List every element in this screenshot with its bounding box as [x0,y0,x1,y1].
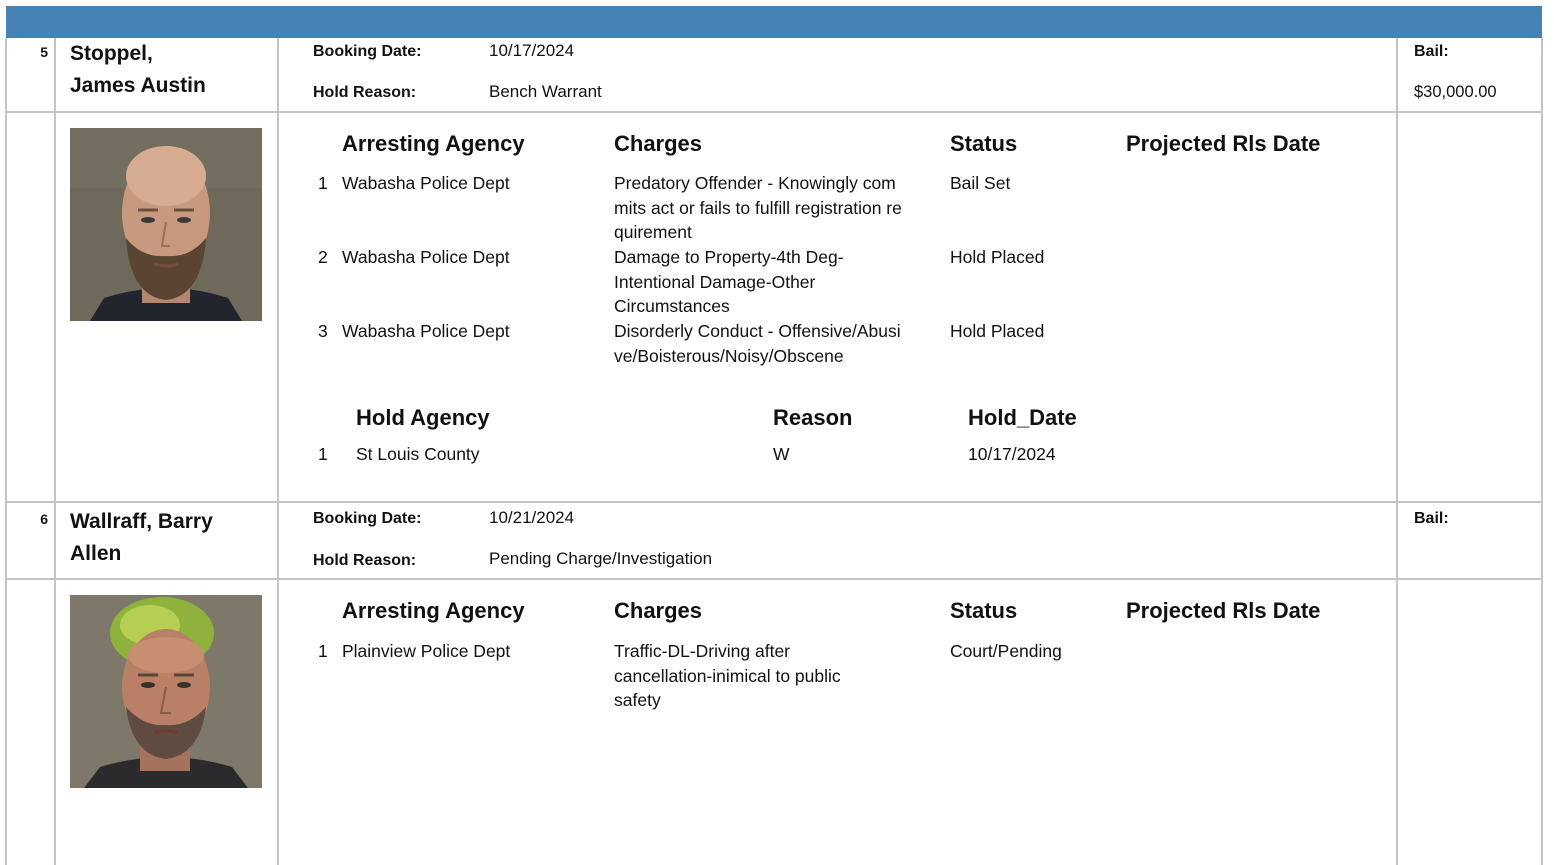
column-header-status: Status [950,131,1018,156]
grid-line [5,111,1543,113]
charge-agency: Plainview Police Dept [342,641,511,661]
booking-date-value: 10/21/2024 [489,508,575,527]
column-header-projected-release: Projected Rls Date [1126,598,1321,623]
charge-status: Court/Pending [950,641,1062,661]
row-number: 5 [40,44,48,60]
inmate-name-line1: Stoppel, [70,42,153,65]
hold-date: 10/17/2024 [968,444,1056,464]
hold-index: 1 [318,444,328,464]
hold-reason-value: Bench Warrant [489,82,602,101]
charge-status: Bail Set [950,173,1011,193]
charge-index: 1 [318,641,328,661]
grid-line [54,38,56,865]
column-header-hold-agency: Hold Agency [356,405,490,430]
inmate-name-line2: Allen [70,542,122,565]
grid-line [1541,38,1543,865]
charge-index: 1 [318,173,328,193]
hold-agency: St Louis County [356,444,480,464]
column-header-arresting-agency: Arresting Agency [342,131,525,156]
charge-description: Traffic-DL-Driving after cancellation-in… [614,641,841,710]
grid-line [5,38,7,865]
charge-agency: Wabasha Police Dept [342,247,510,267]
column-header-charges: Charges [614,598,703,623]
charge-agency: Wabasha Police Dept [342,321,510,341]
charge-description: Damage to Property-4th Deg-Intentional D… [614,247,844,316]
inmate-name[interactable]: Wallraff, Barry Allen [70,506,270,570]
column-header-arresting-agency: Arresting Agency [342,598,525,623]
inmate-name-line2: James Austin [70,74,206,97]
inmate-name-line1: Wallraff, Barry [70,510,213,533]
header-bar [6,6,1542,38]
hold-reason-label: Hold Reason: [313,552,417,569]
mugshot-photo[interactable] [70,128,262,321]
grid-line [5,501,1543,503]
charge-index: 2 [318,247,328,267]
charge-description: Disorderly Conduct - Offensive/Abusive/B… [614,321,901,366]
bail-label: Bail: [1414,510,1449,527]
bail-label: Bail: [1414,43,1449,60]
hold-reason-label: Hold Reason: [313,84,417,101]
grid-line [1396,38,1398,865]
bail-value: $30,000.00 [1414,83,1497,101]
charge-status: Hold Placed [950,247,1045,267]
column-header-hold-date: Hold_Date [968,405,1077,430]
column-header-status: Status [950,598,1018,623]
column-header-reason: Reason [773,405,853,430]
hold-reason-value: Pending Charge/Investigation [489,549,713,568]
booking-date-value: 10/17/2024 [489,41,575,60]
charge-status: Hold Placed [950,321,1045,341]
charge-index: 3 [318,321,328,341]
inmate-name[interactable]: Stoppel, James Austin [70,38,270,102]
booking-date-label: Booking Date: [313,43,422,60]
column-header-charges: Charges [614,131,703,156]
grid-line [277,38,279,865]
column-header-projected-release: Projected Rls Date [1126,131,1321,156]
hold-reason: W [773,444,790,464]
mugshot-photo[interactable] [70,595,262,788]
charge-agency: Wabasha Police Dept [342,173,510,193]
booking-date-label: Booking Date: [313,510,422,527]
row-number: 6 [40,511,48,527]
grid-line [5,578,1543,580]
charge-description: Predatory Offender - Knowingly commits a… [614,173,902,242]
